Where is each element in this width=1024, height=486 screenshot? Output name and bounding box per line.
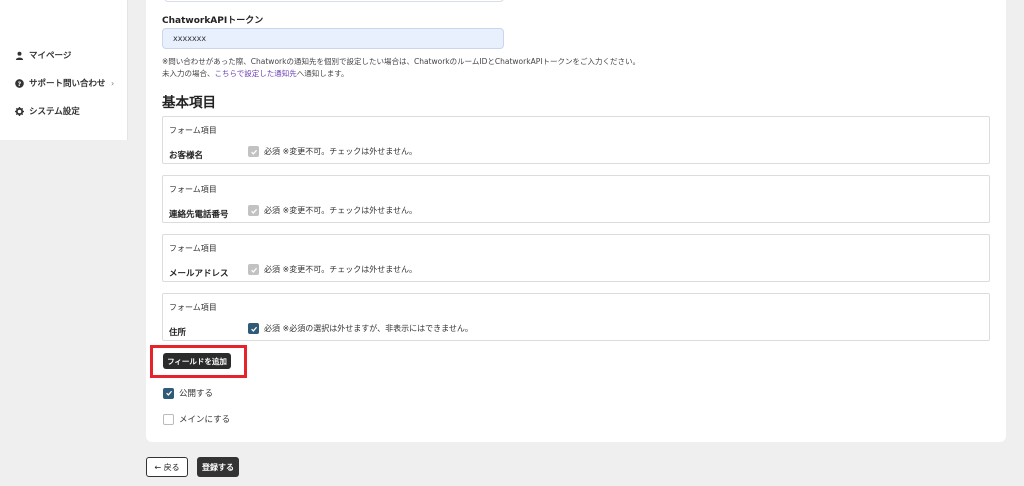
field-name: メールアドレス xyxy=(169,269,229,279)
sidebar-item-system-settings[interactable]: システム設定 xyxy=(15,105,80,117)
field-card-email: フォーム項目 メールアドレス 必須 ※変更不可。チェックは外せません。 xyxy=(162,234,990,282)
required-checkbox xyxy=(248,264,259,275)
chatwork-fallback-note: 未入力の場合、こちらで設定した通知先へ通知します。 xyxy=(162,69,349,78)
required-option: 必須 ※変更不可。チェックは外せません。 xyxy=(248,264,417,275)
field-card-subtitle: フォーム項目 xyxy=(169,244,217,253)
required-checkbox[interactable] xyxy=(248,323,259,334)
publish-checkbox[interactable]: 公開する xyxy=(163,387,213,399)
sidebar-item-support[interactable]: ? サポート問い合わせ › xyxy=(15,77,114,89)
add-field-button[interactable]: フィールドを追加 xyxy=(163,353,231,369)
previous-input-edge xyxy=(164,0,504,2)
required-option[interactable]: 必須 ※必須の選択は外せますが、非表示にはできません。 xyxy=(248,323,473,334)
required-checkbox xyxy=(248,146,259,157)
required-checkbox xyxy=(248,205,259,216)
sidebar: マイページ ? サポート問い合わせ › システム設定 xyxy=(0,0,128,140)
chatwork-token-label: ChatworkAPIトークン xyxy=(162,16,264,26)
required-option: 必須 ※変更不可。チェックは外せません。 xyxy=(248,146,417,157)
sidebar-item-mypage[interactable]: マイページ xyxy=(15,49,71,61)
sidebar-item-label: マイページ xyxy=(29,51,72,61)
chatwork-note: ※問い合わせがあった際、Chatworkの通知先を個別で設定したい場合は、Cha… xyxy=(162,57,640,66)
form-panel: ChatworkAPIトークン ※問い合わせがあった際、Chatworkの通知先… xyxy=(146,0,1006,442)
field-card-phone: フォーム項目 連絡先電話番号 必須 ※変更不可。チェックは外せません。 xyxy=(162,175,990,223)
make-main-checkbox[interactable]: メインにする xyxy=(163,413,230,425)
notification-settings-link[interactable]: こちらで設定した通知先 xyxy=(215,69,297,78)
sidebar-item-label: システム設定 xyxy=(29,107,80,117)
chatwork-token-input[interactable] xyxy=(162,28,504,49)
help-circle-icon: ? xyxy=(15,78,24,88)
sidebar-item-label: サポート問い合わせ xyxy=(29,79,106,89)
field-card-customer-name: フォーム項目 お客様名 必須 ※変更不可。チェックは外せません。 xyxy=(162,116,990,164)
submit-button[interactable]: 登録する xyxy=(197,457,239,477)
field-card-address: フォーム項目 住所 必須 ※必須の選択は外せますが、非表示にはできません。 xyxy=(162,293,990,341)
required-option: 必須 ※変更不可。チェックは外せません。 xyxy=(248,205,417,216)
publish-label: 公開する xyxy=(179,389,214,399)
field-name: 住所 xyxy=(169,328,187,338)
field-card-subtitle: フォーム項目 xyxy=(169,185,217,194)
svg-text:?: ? xyxy=(18,80,22,87)
field-name: お客様名 xyxy=(169,151,204,161)
back-button[interactable]: ← 戻る xyxy=(146,457,188,477)
make-main-checkbox-box[interactable] xyxy=(163,413,174,425)
field-card-subtitle: フォーム項目 xyxy=(169,126,217,135)
make-main-label: メインにする xyxy=(179,415,231,425)
section-title: 基本項目 xyxy=(162,95,216,111)
gear-icon xyxy=(15,106,24,116)
user-icon xyxy=(15,51,24,60)
field-name: 連絡先電話番号 xyxy=(169,210,229,220)
chevron-right-icon: › xyxy=(111,78,115,88)
field-card-subtitle: フォーム項目 xyxy=(169,303,217,312)
publish-checkbox-box[interactable] xyxy=(163,387,174,399)
